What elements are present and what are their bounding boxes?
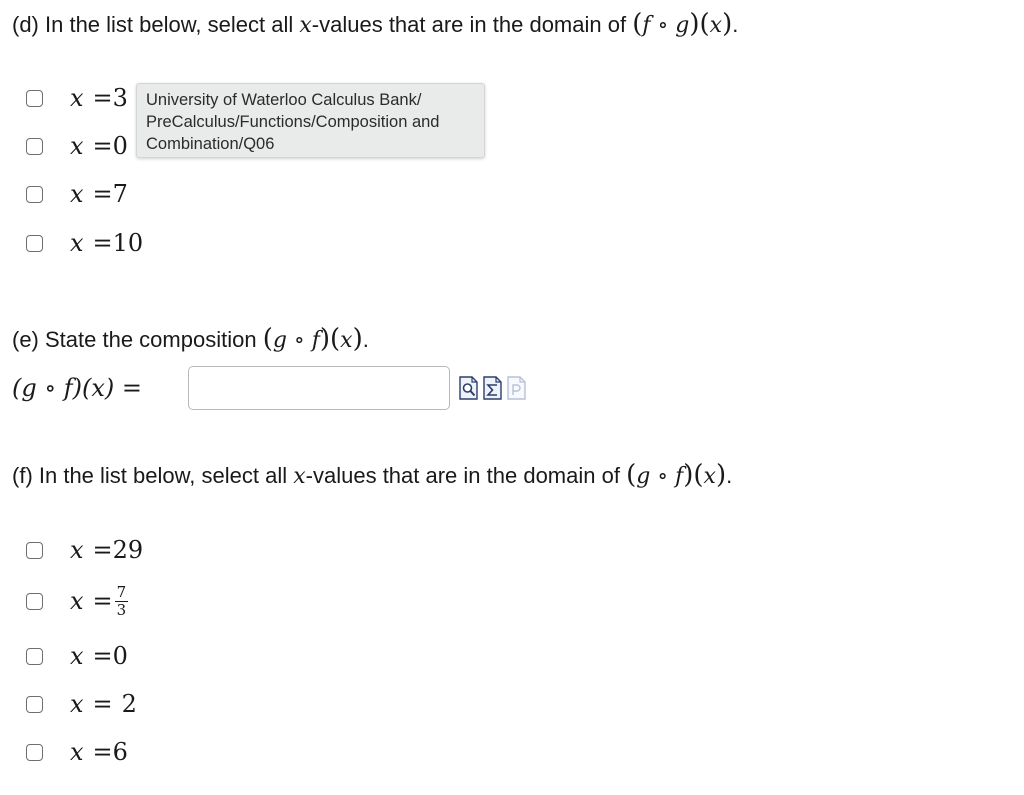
question-d-suffix: . — [732, 12, 739, 37]
fraction-denominator: 3 — [116, 600, 127, 619]
preview-icon[interactable] — [458, 376, 479, 400]
question-e-expr: g ∘ f — [272, 328, 320, 353]
option-label: x = 7 3 — [70, 582, 129, 619]
question-f-suffix: . — [726, 463, 733, 488]
question-d: (d) In the list below, select all x-valu… — [12, 9, 739, 39]
fraction: 7 3 — [114, 582, 129, 619]
question-d-var: x — [299, 13, 312, 38]
option-label: x = 10 — [70, 229, 144, 257]
checkbox[interactable] — [26, 592, 43, 610]
checkbox[interactable] — [26, 695, 43, 713]
question-e-suffix: . — [362, 327, 369, 352]
option-f-3[interactable]: x = 0 — [26, 641, 128, 671]
question-f-middle: -values that are in the domain of — [305, 463, 627, 488]
option-f-5[interactable]: x = 6 — [26, 737, 128, 767]
answer-tools — [458, 376, 527, 400]
answer-row-e: (g ∘ f)(x) = — [12, 366, 450, 410]
option-label: x = 29 — [70, 536, 144, 564]
option-label: x = 0 — [70, 642, 128, 670]
option-d-3[interactable]: x = 7 — [26, 179, 128, 209]
option-label: x = 3 — [70, 84, 128, 112]
option-f-4[interactable]: x = 2 — [26, 689, 137, 719]
sage-icon[interactable] — [506, 376, 527, 400]
question-f: (f) In the list below, select all x-valu… — [12, 460, 733, 490]
option-f-1[interactable]: x = 29 — [26, 535, 143, 565]
answer-lhs: (g ∘ f)(x) = — [12, 374, 142, 402]
checkbox[interactable] — [26, 234, 43, 252]
checkbox[interactable] — [26, 137, 43, 155]
question-e-prefix: (e) State the composition — [12, 327, 263, 352]
question-f-prefix: (f) In the list below, select all — [12, 463, 294, 488]
option-label: x = 7 — [70, 180, 128, 208]
option-d-4[interactable]: x = 10 — [26, 228, 143, 258]
option-d-2[interactable]: x = 0 — [26, 131, 128, 161]
option-d-1[interactable]: x = 3 — [26, 83, 128, 113]
source-tooltip: University of Waterloo Calculus Bank/ Pr… — [136, 83, 485, 158]
option-f-2[interactable]: x = 7 3 — [26, 582, 129, 619]
checkbox[interactable] — [26, 743, 43, 761]
tooltip-line: University of Waterloo Calculus Bank/ — [146, 91, 422, 109]
option-label: x = 2 — [70, 690, 137, 718]
checkbox[interactable] — [26, 541, 43, 559]
fraction-numerator: 7 — [114, 582, 129, 602]
tooltip-line: Combination/Q06 — [146, 135, 275, 153]
equation-editor-icon[interactable] — [482, 376, 503, 400]
option-label: x = 0 — [70, 132, 128, 160]
option-label: x = 6 — [70, 738, 128, 766]
question-e-arg: x — [340, 328, 353, 353]
question-d-expr: f ∘ g — [642, 13, 690, 38]
question-d-arg: x — [709, 13, 723, 38]
checkbox[interactable] — [26, 89, 43, 107]
question-e: (e) State the composition (g ∘ f)(x). — [12, 324, 369, 354]
checkbox[interactable] — [26, 185, 43, 203]
checkbox[interactable] — [26, 647, 43, 665]
question-f-arg: x — [703, 464, 716, 489]
question-d-middle: -values that are in the domain of — [311, 12, 633, 37]
question-f-expr: g ∘ f — [636, 464, 684, 489]
answer-input-e[interactable] — [188, 366, 450, 410]
question-f-var: x — [293, 464, 306, 489]
question-d-prefix: (d) In the list below, select all — [12, 12, 300, 37]
tooltip-line: PreCalculus/Functions/Composition and — [146, 113, 440, 131]
